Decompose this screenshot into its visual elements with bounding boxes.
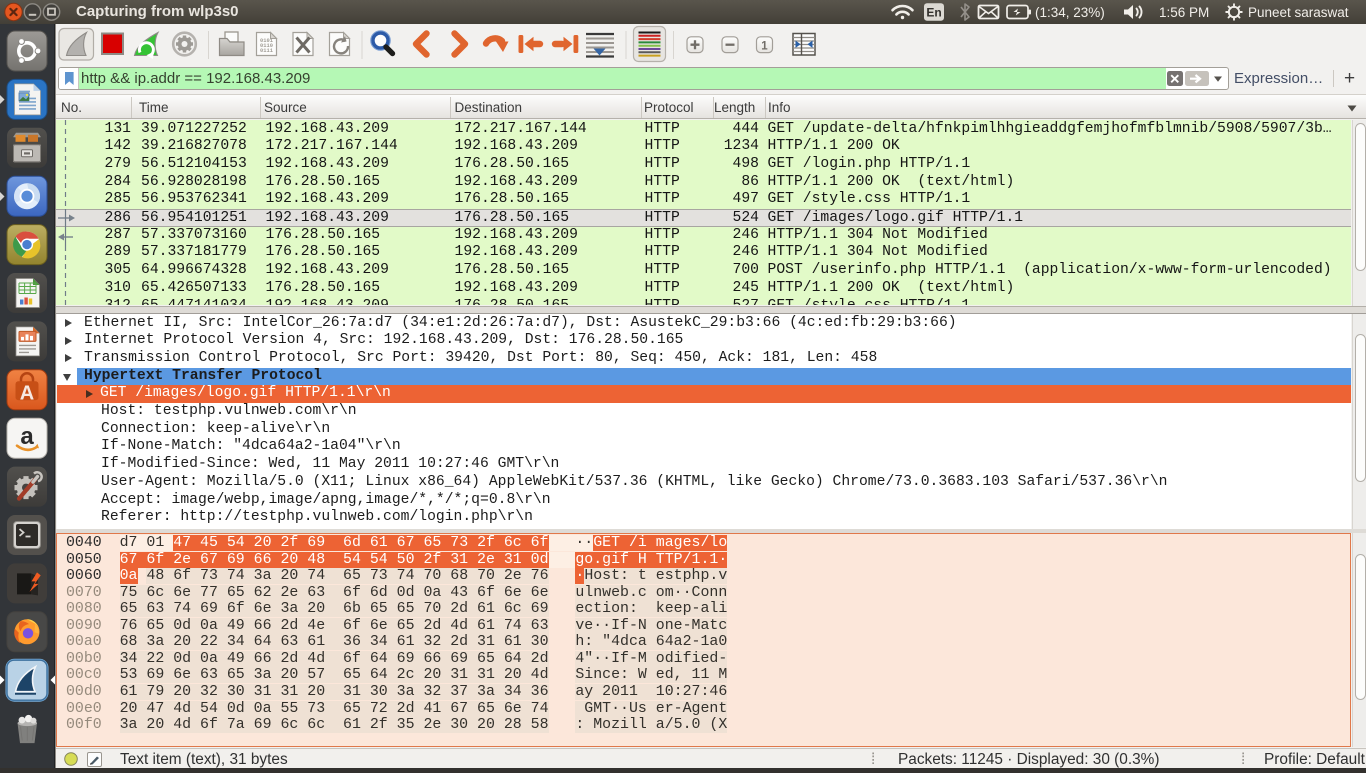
svg-text:1: 1: [761, 40, 768, 52]
svg-text:En: En: [926, 6, 941, 20]
svg-text:a: a: [20, 423, 34, 450]
svg-text:0111: 0111: [260, 48, 273, 54]
svg-text:A: A: [20, 382, 34, 404]
